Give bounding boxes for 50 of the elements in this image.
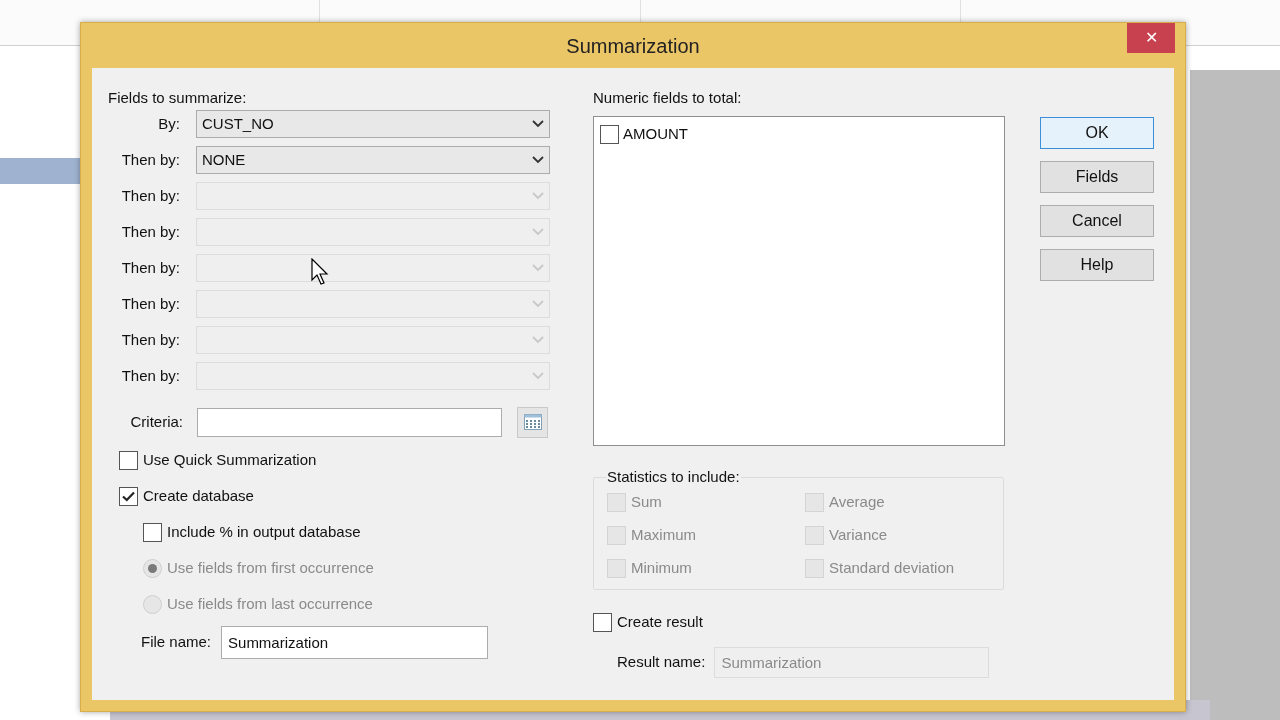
option-label: Variance xyxy=(829,525,888,546)
cursor-icon xyxy=(311,258,329,286)
option-label: Use fields from last occurrence xyxy=(167,593,373,614)
field-label: File name: xyxy=(141,632,212,653)
field-label: Then by: xyxy=(121,185,180,206)
option-label: Create result xyxy=(617,611,703,632)
dialog-button[interactable]: Cancel xyxy=(1040,205,1154,237)
field-label: Then by: xyxy=(121,149,180,170)
option-label: Use fields from first occurrence xyxy=(167,557,374,578)
field-label: Then by: xyxy=(121,257,180,278)
section-label: Numeric fields to total: xyxy=(593,88,743,108)
window-title: Summarization xyxy=(566,33,700,59)
file-name-field[interactable]: Summarization xyxy=(221,626,489,659)
field-label: Then by: xyxy=(121,221,180,242)
checkbox[interactable] xyxy=(143,522,162,542)
option-label: Standard deviation xyxy=(829,558,955,579)
checkbox[interactable] xyxy=(593,612,612,632)
checkbox[interactable] xyxy=(119,486,138,506)
dropdown[interactable]: CUST_NO xyxy=(196,110,550,138)
field-label: Then by: xyxy=(121,329,180,350)
field-label: Result name: xyxy=(617,652,706,673)
chevron-icon xyxy=(532,372,544,380)
criteria-field[interactable] xyxy=(197,407,502,437)
checkbox[interactable] xyxy=(600,124,619,144)
chevron-icon xyxy=(532,120,544,128)
option-label: Use Quick Summarization xyxy=(143,449,317,470)
option-label: Average xyxy=(829,492,885,513)
field-label: By: xyxy=(158,113,180,134)
checkbox[interactable] xyxy=(119,450,138,470)
chevron-icon xyxy=(532,336,544,344)
chevron-icon xyxy=(532,300,544,308)
chevron-icon xyxy=(532,228,544,236)
list-item[interactable]: AMOUNT xyxy=(623,123,688,146)
option-label: Maximum xyxy=(631,525,696,546)
option-label: Sum xyxy=(631,492,662,513)
chevron-icon xyxy=(532,156,544,164)
field-label: Then by: xyxy=(121,365,180,386)
chevron-icon xyxy=(532,264,544,272)
option-label: Include % in output database xyxy=(167,521,361,542)
dropdown[interactable]: NONE xyxy=(196,146,550,174)
dialog-button[interactable]: OK xyxy=(1040,117,1154,149)
option-label: Create database xyxy=(143,485,254,506)
field-label: Criteria: xyxy=(130,411,183,432)
dialog-button[interactable]: Help xyxy=(1040,249,1154,281)
section-label: Fields to summarize: xyxy=(108,88,248,108)
close-button[interactable]: ✕ xyxy=(1127,23,1175,53)
field-label: Then by: xyxy=(121,293,180,314)
dialog-button[interactable]: Fields xyxy=(1040,161,1154,193)
option-label: Minimum xyxy=(631,558,692,579)
chevron-icon xyxy=(532,192,544,200)
